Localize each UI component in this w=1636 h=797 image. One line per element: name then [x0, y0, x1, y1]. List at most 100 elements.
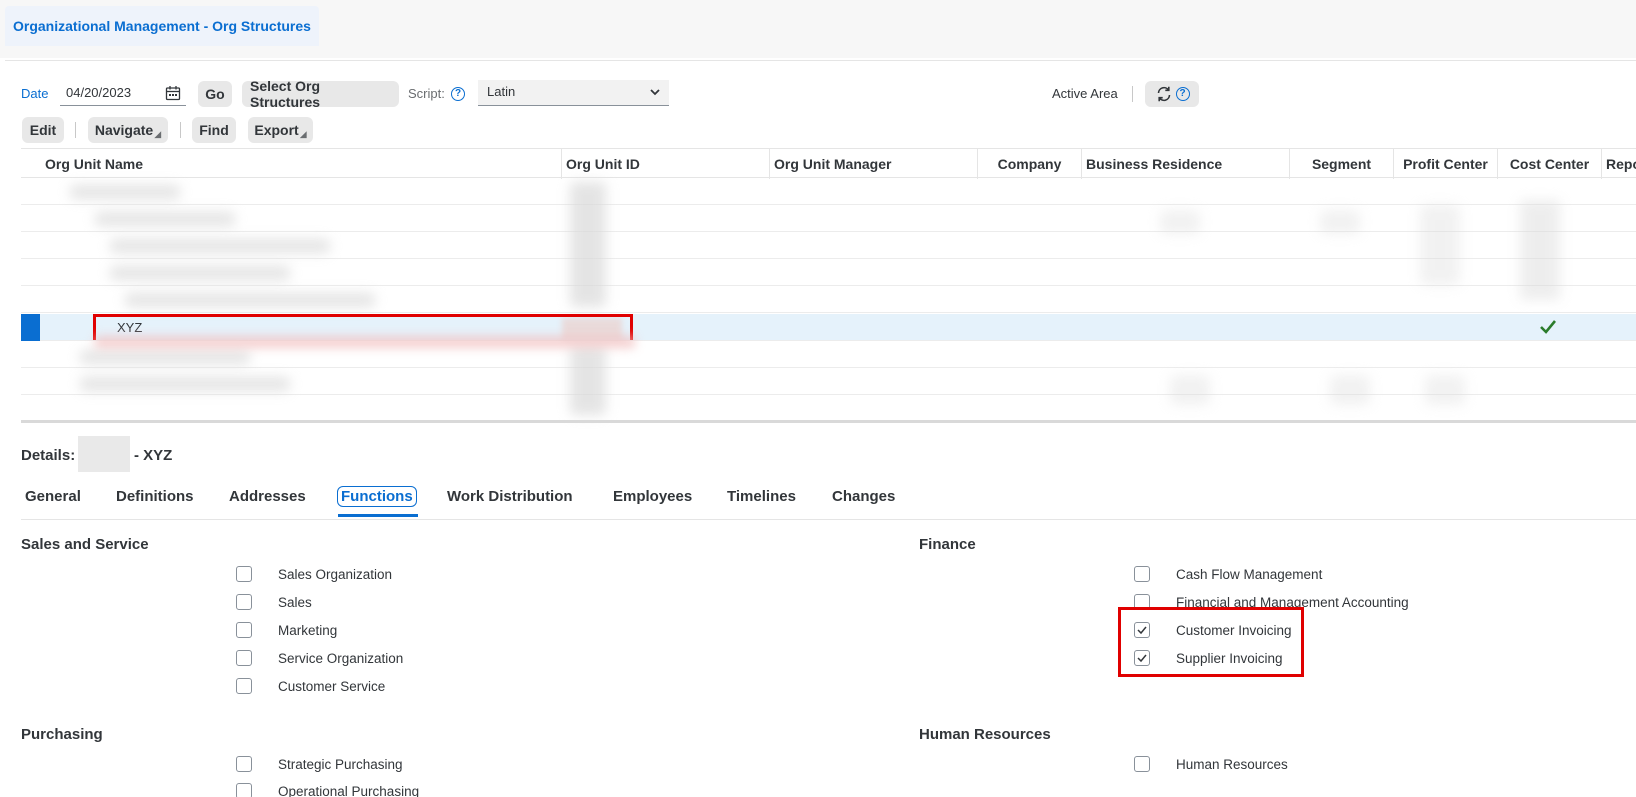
tab-timelines[interactable]: Timelines — [727, 488, 796, 505]
navigate-label: Navigate — [94, 122, 154, 138]
highlight-shadow — [95, 336, 635, 348]
tab-employees[interactable]: Employees — [613, 488, 692, 505]
column-header-repo[interactable]: Repo — [1601, 149, 1636, 179]
function-item[interactable]: Human Resources — [1134, 754, 1288, 774]
script-label: Script: — [408, 86, 445, 101]
page-tab-title[interactable]: Organizational Management - Org Structur… — [5, 6, 319, 46]
function-label: Operational Purchasing — [278, 783, 420, 797]
table-row[interactable] — [21, 395, 1636, 422]
table-row[interactable] — [21, 205, 1636, 232]
redacted-content — [125, 293, 375, 307]
details-title: - XYZ — [134, 447, 173, 464]
checkbox[interactable] — [236, 650, 252, 666]
export-button[interactable]: Export ◢ — [248, 117, 313, 143]
active-area-label: Active Area — [1052, 86, 1118, 101]
menu-indicator-icon: ◢ — [299, 128, 307, 139]
redacted-content — [570, 345, 606, 415]
toolbar-separator — [180, 122, 181, 138]
section-title-finance: Finance — [919, 536, 976, 553]
tab-definitions[interactable]: Definitions — [116, 488, 194, 505]
function-label: Customer Service — [278, 678, 386, 694]
checkmark-icon — [1540, 320, 1557, 334]
function-label: Strategic Purchasing — [278, 756, 403, 772]
function-item[interactable]: Operational Purchasing — [236, 781, 419, 797]
checkbox[interactable] — [236, 783, 252, 797]
script-select[interactable]: Latin — [478, 80, 669, 106]
highlight-box — [1118, 607, 1304, 677]
tab-functions[interactable]: Functions — [337, 486, 417, 507]
redacted-content — [1160, 210, 1200, 234]
checkbox[interactable] — [1134, 566, 1150, 582]
table-row[interactable] — [21, 178, 1636, 205]
tab-changes[interactable]: Changes — [832, 488, 895, 505]
section-title-purchasing: Purchasing — [21, 726, 103, 743]
tab-work-distribution[interactable]: Work Distribution — [447, 488, 573, 505]
shell-header: Organizational Management - Org Structur… — [0, 0, 1636, 58]
date-label: Date — [21, 86, 49, 101]
tab-addresses[interactable]: Addresses — [229, 488, 306, 505]
function-item[interactable]: Cash Flow Management — [1134, 564, 1322, 584]
tab-bar: General Definitions Addresses Functions … — [21, 482, 1636, 520]
active-tab-indicator — [338, 514, 418, 517]
table-header: Org Unit Name Org Unit ID Org Unit Manag… — [21, 148, 1636, 179]
checkbox[interactable] — [236, 622, 252, 638]
chevron-down-icon[interactable] — [649, 86, 661, 98]
refresh-button[interactable]: ? — [1145, 81, 1199, 107]
tab-general[interactable]: General — [25, 488, 81, 505]
column-header-segment[interactable]: Segment — [1289, 149, 1393, 179]
column-header-org-unit-manager[interactable]: Org Unit Manager — [769, 149, 977, 179]
redacted-content — [70, 185, 180, 199]
column-header-business-residence[interactable]: Business Residence — [1081, 149, 1289, 179]
column-header-org-unit-id[interactable]: Org Unit ID — [561, 149, 769, 179]
help-icon[interactable]: ? — [451, 87, 465, 101]
function-item[interactable]: Marketing — [236, 620, 337, 640]
function-item[interactable]: Service Organization — [236, 648, 403, 668]
section-title-human-resources: Human Resources — [919, 726, 1051, 743]
redacted-content — [1420, 205, 1460, 285]
redacted-content — [110, 266, 290, 280]
redacted-content — [1170, 375, 1210, 405]
column-header-company[interactable]: Company — [977, 149, 1081, 179]
menu-indicator-icon: ◢ — [154, 128, 162, 139]
export-label: Export — [254, 122, 299, 138]
row-selector[interactable] — [21, 314, 40, 341]
function-item[interactable]: Sales Organization — [236, 564, 392, 584]
function-label: Sales — [278, 594, 312, 610]
function-label: Sales Organization — [278, 566, 393, 582]
section-title-sales-and-service: Sales and Service — [21, 536, 149, 553]
column-header-cost-center[interactable]: Cost Center — [1497, 149, 1601, 179]
help-icon[interactable]: ? — [1175, 87, 1190, 101]
redacted-content — [1320, 210, 1360, 234]
redacted-content — [1330, 375, 1370, 405]
go-button[interactable]: Go — [198, 81, 232, 107]
toolbar-separator — [1132, 86, 1133, 102]
checkbox[interactable] — [1134, 756, 1150, 772]
redacted-id — [78, 436, 130, 472]
redacted-content — [80, 350, 250, 364]
table-scroll-divider[interactable] — [21, 420, 1636, 423]
redacted-content — [95, 212, 235, 226]
checkbox[interactable] — [236, 594, 252, 610]
refresh-icon — [1157, 86, 1170, 102]
calendar-icon[interactable] — [165, 85, 181, 101]
checkbox[interactable] — [236, 678, 252, 694]
checkbox[interactable] — [236, 756, 252, 772]
edit-button[interactable]: Edit — [22, 117, 64, 143]
select-org-structures-button[interactable]: Select Org Structures — [242, 78, 399, 110]
redacted-content — [570, 182, 606, 307]
function-item[interactable]: Sales — [236, 592, 312, 612]
checkbox[interactable] — [236, 566, 252, 582]
redacted-content — [110, 239, 330, 253]
find-button[interactable]: Find — [192, 117, 236, 143]
toolbar-separator — [75, 122, 76, 138]
function-label: Human Resources — [1176, 756, 1288, 772]
function-item[interactable]: Customer Service — [236, 676, 385, 696]
function-item[interactable]: Strategic Purchasing — [236, 754, 403, 774]
column-header-org-unit-name[interactable]: Org Unit Name — [21, 149, 541, 179]
function-label: Marketing — [278, 622, 338, 638]
column-header-profit-center[interactable]: Profit Center — [1393, 149, 1497, 179]
details-label: Details: — [21, 447, 76, 464]
function-label: Service Organization — [278, 650, 404, 666]
redacted-content — [1520, 200, 1560, 300]
navigate-button[interactable]: Navigate ◢ — [88, 117, 168, 143]
